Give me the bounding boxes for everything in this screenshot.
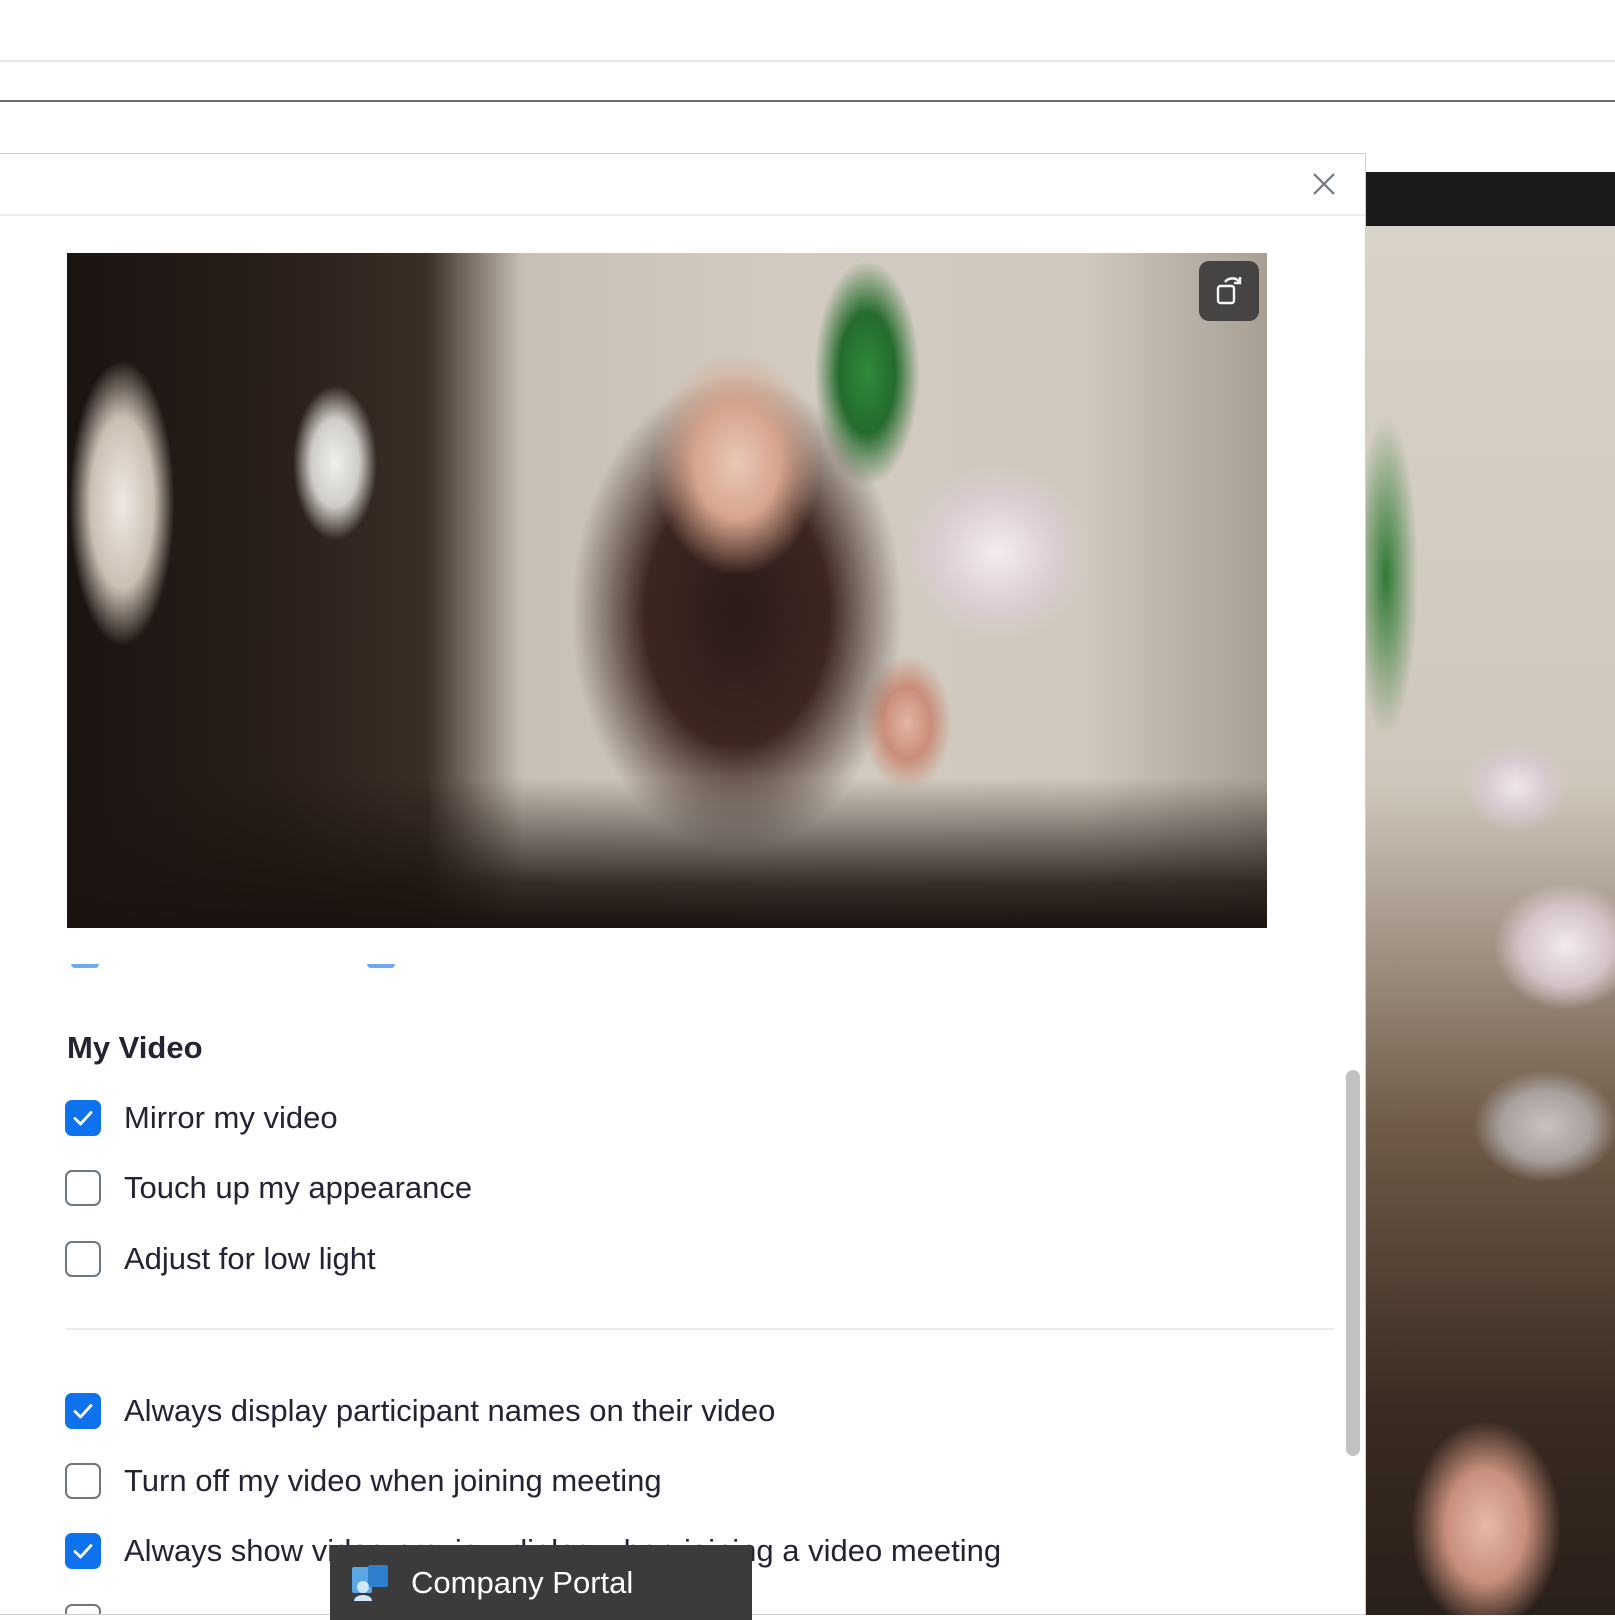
option-label: Always display participant names on thei… xyxy=(124,1393,776,1428)
option-label: Touch up my appearance xyxy=(124,1170,473,1205)
checkbox-next-option[interactable] xyxy=(65,1604,101,1614)
option-label: Mirror my video xyxy=(124,1100,338,1135)
section-title-my-video: My Video xyxy=(67,1030,203,1065)
option-touch-up-appearance[interactable]: Touch up my appearance xyxy=(65,1167,472,1209)
scrollbar-thumb[interactable] xyxy=(1346,1070,1360,1456)
checkmark-icon xyxy=(73,1111,93,1126)
option-display-participant-names[interactable]: Always display participant names on thei… xyxy=(65,1390,775,1432)
rotate-camera-button[interactable] xyxy=(1199,261,1259,321)
checkmark-icon xyxy=(73,1544,93,1559)
checkbox-display-participant-names[interactable] xyxy=(65,1393,101,1429)
checkbox-touch-up-appearance[interactable] xyxy=(65,1170,101,1206)
option-turn-off-video-on-join[interactable]: Turn off my video when joining meeting xyxy=(65,1460,662,1502)
browser-bar xyxy=(0,62,1615,102)
background-video-feed xyxy=(1366,226,1615,1615)
option-next-partially-visible[interactable] xyxy=(65,1601,101,1614)
camera-preview xyxy=(67,253,1267,928)
notification-app-name: Company Portal xyxy=(411,1564,634,1600)
checkmark-icon xyxy=(73,1404,93,1419)
checkbox-show-video-preview[interactable] xyxy=(65,1533,101,1569)
background-video-window xyxy=(1366,172,1615,1615)
close-icon xyxy=(1313,173,1335,195)
background-window-titlebar xyxy=(1366,172,1615,226)
company-portal-icon xyxy=(350,1563,390,1603)
browser-toolbar xyxy=(0,0,1615,62)
rotate-icon xyxy=(1216,277,1242,305)
partially-hidden-option-row xyxy=(67,964,427,970)
dialog-header xyxy=(0,154,1365,216)
option-label: Turn off my video when joining meeting xyxy=(124,1463,662,1498)
section-divider xyxy=(66,1328,1334,1330)
option-low-light[interactable]: Adjust for low light xyxy=(65,1238,376,1280)
option-mirror-video[interactable]: Mirror my video xyxy=(65,1097,338,1139)
checkbox-turn-off-video-on-join[interactable] xyxy=(65,1463,101,1499)
checkbox-low-light[interactable] xyxy=(65,1241,101,1277)
close-button[interactable] xyxy=(1306,166,1342,202)
company-portal-notification[interactable]: Company Portal xyxy=(330,1545,752,1620)
checkbox-mirror-video[interactable] xyxy=(65,1100,101,1136)
option-label: Adjust for low light xyxy=(124,1241,376,1276)
video-settings-dialog: My Video Mirror my video Touch up my app… xyxy=(0,153,1366,1615)
